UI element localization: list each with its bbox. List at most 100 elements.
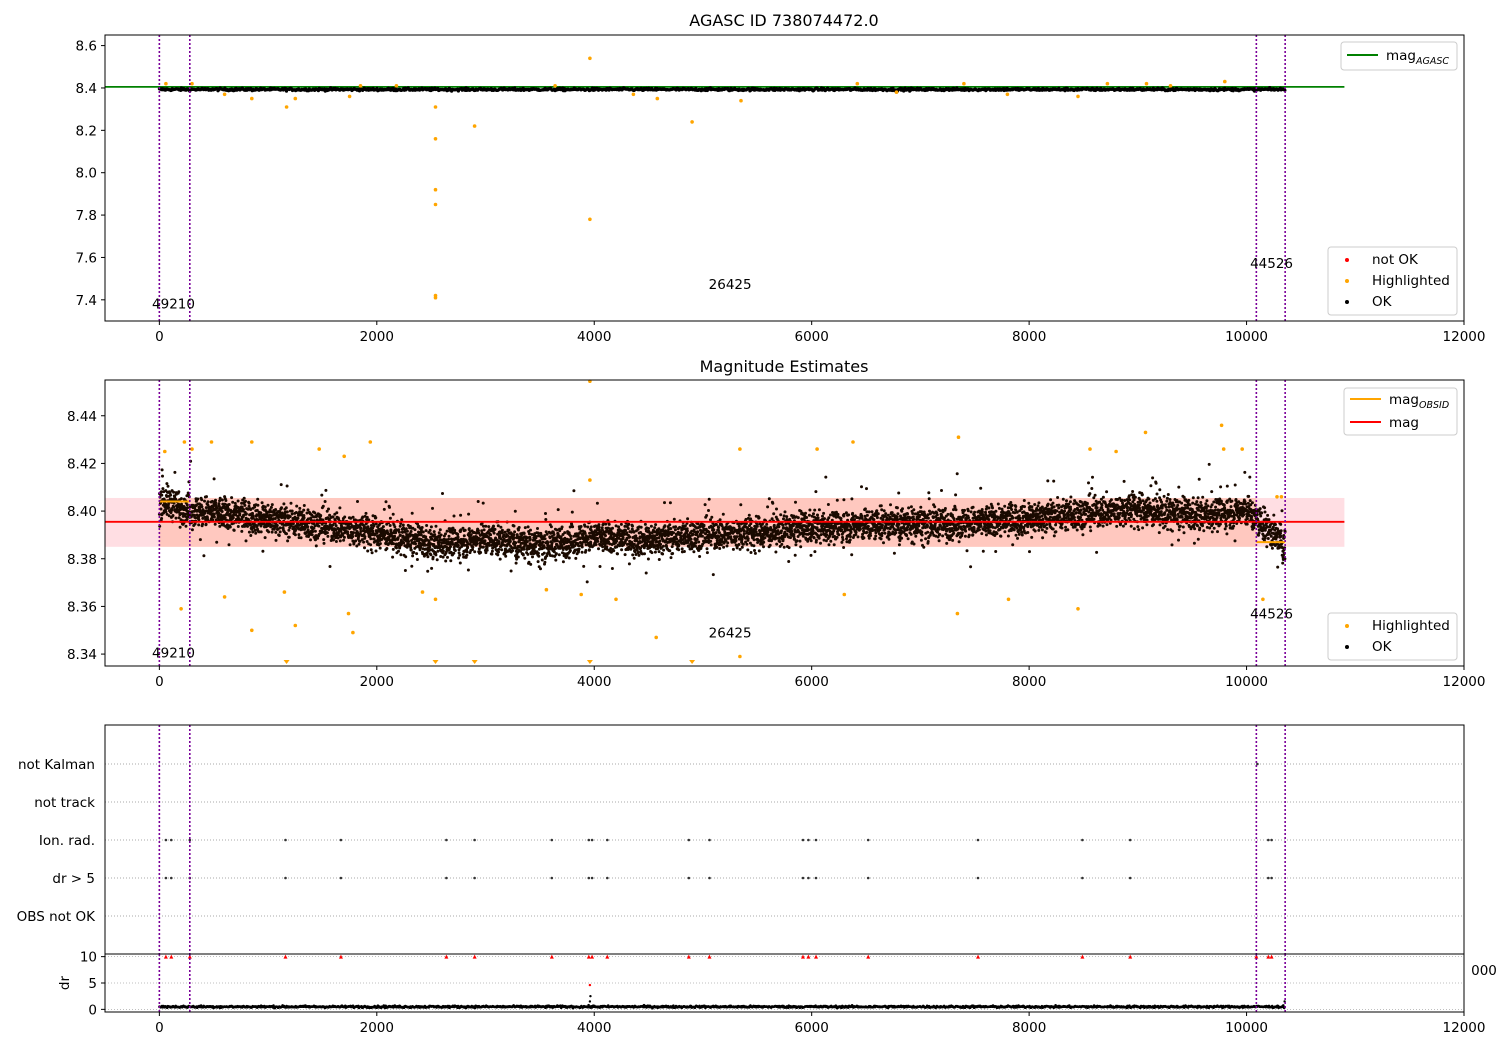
ok-point (320, 493, 324, 497)
ok-point (689, 537, 693, 541)
ok-point (393, 534, 397, 538)
ok-point (668, 523, 672, 527)
ok-point (319, 514, 323, 517)
ok-point (160, 493, 164, 497)
ok-point (595, 501, 599, 505)
ok-point (462, 534, 466, 538)
ok-point (785, 515, 789, 519)
ok-point (244, 512, 248, 516)
ok-point (625, 531, 629, 535)
panel1-title: AGASC ID 738074472.0 (689, 11, 878, 30)
ok-point (484, 524, 488, 528)
ok-point (500, 548, 504, 552)
ok-point (446, 555, 449, 559)
ok-point (700, 534, 704, 538)
ok-point (691, 532, 695, 536)
ok-point (596, 537, 600, 540)
ok-point (287, 535, 291, 539)
ok-point (388, 524, 392, 527)
ok-point (579, 525, 583, 528)
ok-point (557, 553, 561, 557)
ok-point (643, 522, 647, 526)
ok-point (554, 547, 558, 550)
ok-point (453, 549, 457, 552)
ok-point (753, 551, 757, 555)
ok-point (220, 510, 224, 513)
ok-point (549, 525, 553, 529)
ok-point (543, 560, 547, 564)
ok-point (516, 555, 520, 559)
ok-point (539, 567, 542, 571)
ok-point (498, 557, 502, 561)
ok-point (469, 533, 473, 537)
ok-point (444, 532, 447, 536)
ok-point (745, 542, 749, 546)
ok-point (363, 535, 367, 539)
ok-point (627, 562, 631, 566)
ok-point (284, 506, 288, 510)
ok-point (381, 525, 385, 529)
ok-point (220, 498, 224, 502)
ok-point (338, 506, 342, 510)
ok-point (709, 539, 713, 543)
ok-point (709, 543, 713, 547)
ok-point (610, 567, 614, 570)
ok-point (604, 522, 608, 526)
ok-point (447, 537, 451, 541)
ok-point (707, 509, 710, 512)
ok-point (322, 541, 326, 545)
ok-point (420, 526, 424, 529)
ok-point (185, 518, 189, 521)
ok-point (173, 470, 177, 474)
highlighted-point-19 (190, 81, 194, 86)
ok-point (324, 488, 328, 492)
ok-point (529, 562, 533, 566)
ok-point (707, 530, 711, 534)
highlighted-point-17 (1076, 94, 1080, 99)
ok-point (663, 501, 666, 505)
ok-point (627, 522, 631, 526)
ok-point (169, 493, 173, 497)
ok-point (542, 551, 546, 555)
ok-point (526, 525, 530, 529)
ok-point (475, 542, 479, 546)
ok-point (382, 507, 386, 511)
ok-point (426, 569, 430, 573)
ok-point (369, 537, 373, 541)
ok-point (757, 549, 761, 553)
highlighted-point-30 (1105, 81, 1110, 86)
ok-point (218, 499, 222, 503)
ok-point (205, 495, 208, 499)
ok-point (384, 500, 388, 504)
ok-point (254, 531, 258, 535)
ok-point (639, 525, 643, 529)
ok-point (178, 525, 182, 529)
ok-point (302, 516, 306, 520)
ok-point (351, 515, 355, 519)
ok-point (444, 559, 448, 563)
ok-point (335, 511, 339, 515)
ok-point (766, 505, 770, 509)
ok-point (275, 524, 279, 527)
ok-point (487, 525, 491, 529)
panel1-xtick-label-0: 0 (155, 329, 164, 345)
ok-point (213, 522, 217, 526)
ok-point (293, 533, 297, 537)
ok-point (439, 533, 443, 537)
ok-point (378, 546, 382, 550)
ok-point (742, 529, 746, 533)
ok-point (285, 484, 289, 488)
ok-point (741, 542, 745, 546)
ok-point (348, 543, 352, 547)
ok-point (326, 534, 330, 538)
ok-point (212, 512, 216, 516)
ok-point (620, 548, 624, 552)
ok-point (649, 524, 653, 528)
ok-point (459, 513, 463, 517)
ok-point (458, 561, 462, 565)
ok-point (359, 529, 363, 533)
ok-point (306, 525, 310, 529)
ok-point (694, 544, 697, 548)
ok-point (752, 544, 756, 548)
ok-point (172, 505, 176, 509)
